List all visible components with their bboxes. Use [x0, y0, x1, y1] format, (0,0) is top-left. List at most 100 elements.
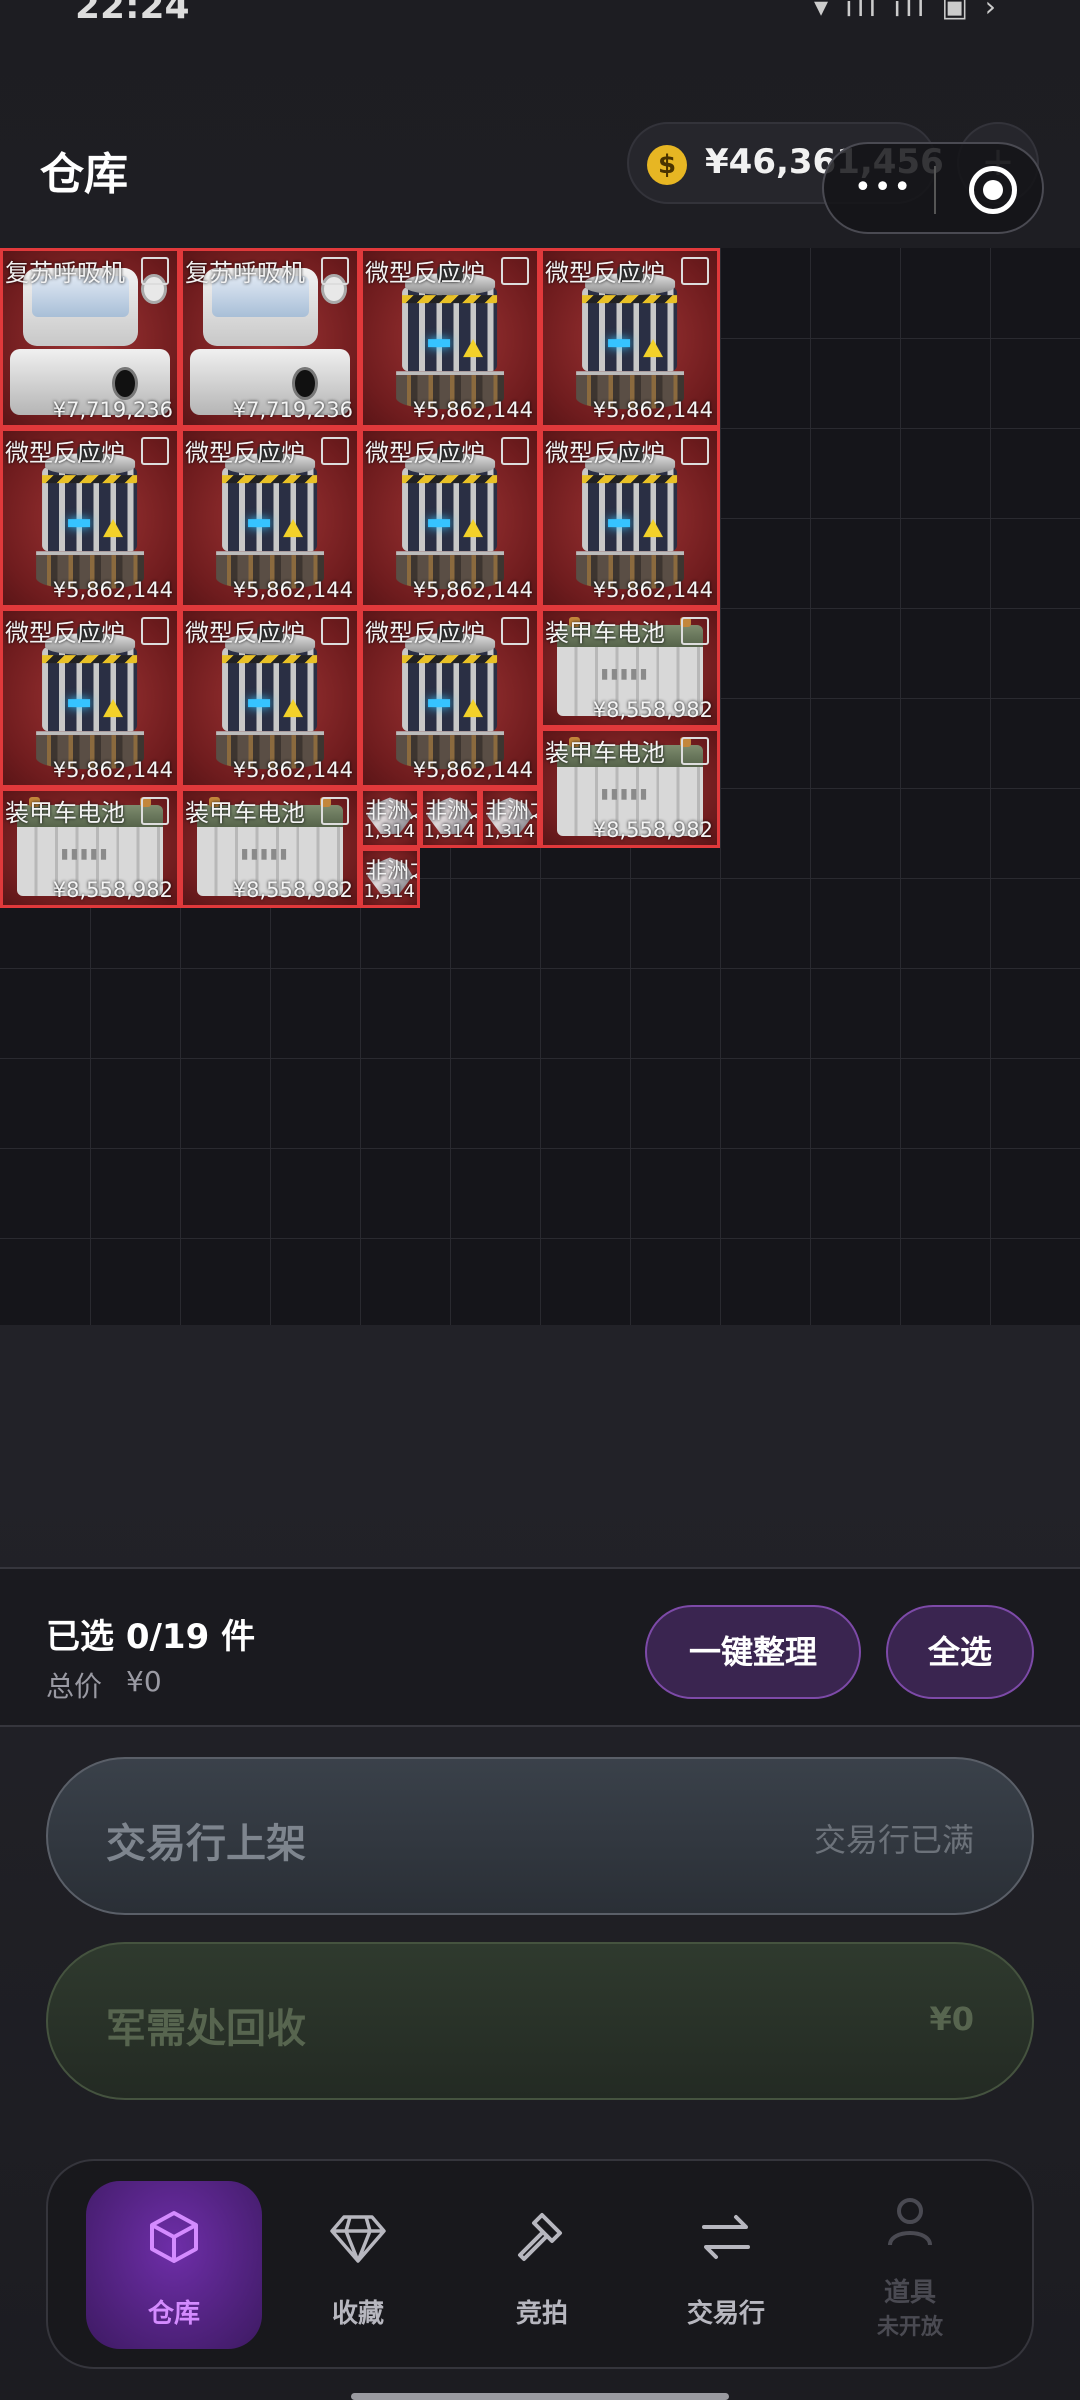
home-indicator[interactable]: [351, 2393, 729, 2400]
inventory-item[interactable]: 微型反应炉 ¥5,862,144: [360, 248, 540, 428]
image-part: [402, 655, 498, 664]
more-icon[interactable]: •••: [854, 170, 913, 205]
page-title: 仓库: [40, 149, 128, 200]
image-part: [222, 655, 318, 664]
inventory-item[interactable]: 微型反应炉 ¥5,862,144: [540, 428, 720, 608]
grid-line: [720, 248, 721, 1325]
reactor-image: [576, 445, 684, 590]
recycle-button[interactable]: 军需处回收 ¥0: [46, 1942, 1034, 2100]
item-checkbox[interactable]: [321, 617, 349, 645]
image-part: [462, 338, 483, 357]
reactor-image: [396, 265, 504, 410]
inventory-item[interactable]: 微型反应炉 ¥5,862,144: [0, 428, 180, 608]
item-checkbox[interactable]: [321, 437, 349, 465]
reactor-image: [36, 445, 144, 590]
inventory-item[interactable]: 非洲之13,141,314: [480, 788, 540, 848]
tab-props: 道具 未开放: [822, 2181, 998, 2349]
item-name: 装甲车电池: [5, 799, 125, 827]
hammer-icon: [518, 2213, 562, 2261]
item-price: ¥5,862,144: [232, 758, 353, 782]
item-price: ¥7,719,236: [232, 398, 353, 422]
image-part: [608, 518, 630, 527]
item-price: ¥5,862,144: [232, 578, 353, 602]
item-name: 微型反应炉: [365, 439, 485, 467]
image-part: [608, 338, 630, 347]
image-part: ▮▮▮▮▮: [60, 845, 110, 862]
grid-line: [900, 248, 901, 1325]
tab-sublabel: 未开放: [876, 2315, 943, 2340]
inventory-item[interactable]: 非洲之13,141,314: [360, 788, 420, 848]
reactor-image: [396, 445, 504, 590]
image-part: ▮▮▮▮▮: [600, 785, 650, 802]
inventory-item[interactable]: 微型反应炉 ¥5,862,144: [360, 428, 540, 608]
item-name: 复苏呼吸机: [185, 259, 305, 287]
market-list-button[interactable]: 交易行上架 交易行已满: [46, 1757, 1034, 1915]
tab-market[interactable]: 交易行: [638, 2181, 814, 2349]
image-part: [282, 698, 303, 717]
coin-icon: $: [647, 145, 687, 185]
inventory-item[interactable]: ▮▮▮▮▮ 装甲车电池 ¥8,558,982: [540, 728, 720, 848]
image-part: [222, 475, 318, 484]
image-part: [582, 295, 678, 304]
image-part: [292, 367, 318, 401]
total-price-label: 总价: [46, 1670, 103, 1703]
item-name: 微型反应炉: [5, 439, 125, 467]
inventory-item[interactable]: 微型反应炉 ¥5,862,144: [180, 608, 360, 788]
item-checkbox[interactable]: [141, 617, 169, 645]
image-part: [282, 518, 303, 537]
item-price: ¥8,558,982: [592, 698, 713, 722]
item-price: ¥5,862,144: [412, 398, 533, 422]
item-checkbox[interactable]: [501, 617, 529, 645]
item-checkbox[interactable]: [681, 737, 709, 765]
reactor-image: [396, 625, 504, 770]
image-part: ▮▮▮▮▮: [240, 845, 290, 862]
reactor-image: [216, 625, 324, 770]
image-part: [462, 518, 483, 537]
inventory-item[interactable]: 微型反应炉 ¥5,862,144: [0, 608, 180, 788]
close-target-icon[interactable]: [969, 166, 1017, 214]
market-list-label: 交易行上架: [106, 1821, 306, 1867]
grid-line: [0, 968, 1080, 969]
warehouse-page: 22:24 ▾ ıll ıll ▣ › 仓库 $ ¥46,361,456 + •…: [0, 0, 1080, 2400]
item-price: ¥8,558,982: [592, 818, 713, 842]
select-all-button[interactable]: 全选: [886, 1605, 1034, 1699]
item-checkbox[interactable]: [501, 257, 529, 285]
tab-auction[interactable]: 竞拍: [454, 2181, 630, 2349]
tab-collection[interactable]: 收藏: [270, 2181, 446, 2349]
image-part: [582, 475, 678, 484]
item-checkbox[interactable]: [321, 797, 349, 825]
grid-line: [0, 1148, 1080, 1149]
item-price: ¥5,862,144: [412, 578, 533, 602]
inventory-item[interactable]: ▮▮▮▮▮ 装甲车电池 ¥8,558,982: [540, 608, 720, 728]
item-checkbox[interactable]: [681, 257, 709, 285]
inventory-item[interactable]: 微型反应炉 ¥5,862,144: [540, 248, 720, 428]
tab-warehouse[interactable]: 仓库: [86, 2181, 262, 2349]
image-part: [462, 698, 483, 717]
item-price: ¥5,862,144: [592, 398, 713, 422]
item-checkbox[interactable]: [681, 437, 709, 465]
item-name: 微型反应炉: [5, 619, 125, 647]
organize-button[interactable]: 一键整理: [645, 1605, 861, 1699]
item-name: 微型反应炉: [365, 259, 485, 287]
inventory-item[interactable]: 复苏呼吸机 ¥7,719,236: [180, 248, 360, 428]
recycle-value: ¥0: [929, 2000, 974, 2038]
inventory-item[interactable]: 非洲之13,141,314: [360, 848, 420, 908]
inventory-item[interactable]: 非洲之13,141,314: [420, 788, 480, 848]
item-price: 13,141,314: [423, 821, 475, 842]
item-price: ¥5,862,144: [52, 578, 173, 602]
item-checkbox[interactable]: [141, 257, 169, 285]
inventory-item[interactable]: 微型反应炉 ¥5,862,144: [360, 608, 540, 788]
inventory-item[interactable]: ▮▮▮▮▮ 装甲车电池 ¥8,558,982: [0, 788, 180, 908]
item-checkbox[interactable]: [321, 257, 349, 285]
item-checkbox[interactable]: [141, 437, 169, 465]
item-name: 装甲车电池: [545, 739, 665, 767]
item-checkbox[interactable]: [681, 617, 709, 645]
status-icons: ▾ ıll ıll ▣ ›: [814, 0, 1000, 23]
item-checkbox[interactable]: [141, 797, 169, 825]
inventory-item[interactable]: ▮▮▮▮▮ 装甲车电池 ¥8,558,982: [180, 788, 360, 908]
inventory-item[interactable]: 复苏呼吸机 ¥7,719,236: [0, 248, 180, 428]
inventory-item[interactable]: 微型反应炉 ¥5,862,144: [180, 428, 360, 608]
image-part: [402, 475, 498, 484]
image-part: [248, 518, 270, 527]
item-checkbox[interactable]: [501, 437, 529, 465]
